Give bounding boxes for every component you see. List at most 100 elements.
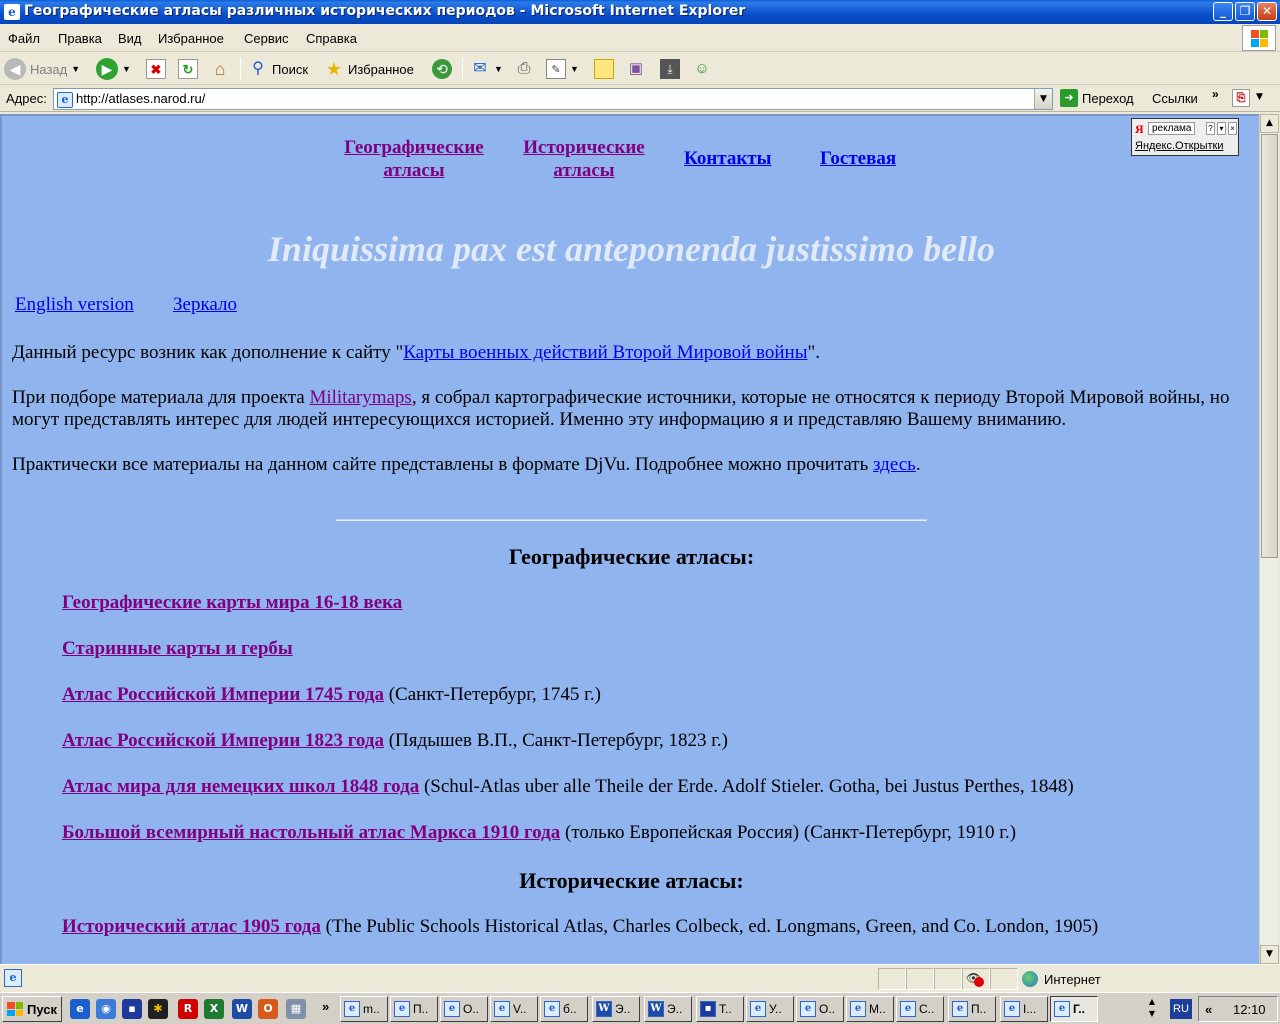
atlas-list-item: Географические карты мира 16-18 века <box>62 592 402 614</box>
atlas-link[interactable]: Атлас мира для немецких школ 1848 года <box>62 776 419 797</box>
nav-guestbook[interactable]: Гостевая <box>820 147 896 170</box>
save-quicklaunch-icon[interactable]: ▪ <box>122 999 142 1019</box>
chevron-down-icon[interactable]: ▼ <box>122 64 131 74</box>
mail-button[interactable]: ✉ ▼ <box>470 56 503 82</box>
chevron-down-icon[interactable]: ▼ <box>570 64 579 74</box>
scroll-up-button[interactable]: ▲ <box>1260 114 1279 133</box>
mail-icon: ✉ <box>473 60 487 77</box>
close-icon[interactable]: × <box>1228 122 1237 135</box>
taskbar-button[interactable]: e О.. <box>796 996 844 1022</box>
chevron-down-icon[interactable]: ▼ <box>71 64 80 74</box>
taskbar-button[interactable]: W Э.. <box>592 996 640 1022</box>
home-button[interactable]: ⌂ <box>210 56 230 82</box>
research-button[interactable]: ▣ <box>626 56 646 82</box>
taskbar-button[interactable]: W Э.. <box>644 996 692 1022</box>
menu-tools[interactable]: Сервис <box>244 31 289 46</box>
chevron-down-icon[interactable]: ▼ <box>494 64 503 74</box>
status-pane <box>906 968 934 990</box>
taskbar-button[interactable]: e П.. <box>948 996 996 1022</box>
taskbar-button[interactable]: e У.. <box>746 996 794 1022</box>
address-url[interactable]: http://atlases.narod.ru/ <box>76 91 205 106</box>
mirror-link[interactable]: Зеркало <box>173 294 237 316</box>
taskbar-button[interactable]: e О.. <box>440 996 488 1022</box>
ie-icon: e <box>1054 1001 1070 1017</box>
links-chevron[interactable]: » <box>1212 87 1219 101</box>
window-title: Географические атласы различных историче… <box>24 3 746 19</box>
history-button[interactable]: ⟲ <box>432 56 452 82</box>
menu-help[interactable]: Справка <box>306 31 357 46</box>
print-button[interactable]: ⎙ <box>514 56 534 82</box>
close-button[interactable]: ✕ <box>1257 2 1277 21</box>
minimize-button[interactable]: _ <box>1213 2 1233 21</box>
edit-button[interactable]: ✎ ▼ <box>546 56 579 82</box>
maximize-button[interactable]: ❐ <box>1235 2 1255 21</box>
atlas-link[interactable]: Старинные карты и гербы <box>62 638 293 659</box>
forward-button[interactable]: ▶ ▼ <box>96 56 131 82</box>
address-input[interactable]: e http://atlases.narod.ru/ ▼ <box>53 88 1053 110</box>
militarymaps-link[interactable]: Militarymaps <box>309 387 411 408</box>
taskbar-button[interactable]: ▪ Т.. <box>696 996 744 1022</box>
excel-quicklaunch-icon[interactable]: X <box>204 999 224 1019</box>
start-button[interactable]: Пуск <box>2 996 62 1022</box>
stop-button[interactable]: ✖ <box>146 56 166 82</box>
r-app-quicklaunch-icon[interactable]: R <box>178 999 198 1019</box>
vertical-scrollbar[interactable]: ▲ ▼ <box>1259 114 1279 964</box>
help-icon[interactable]: ? <box>1206 122 1215 135</box>
word-quicklaunch-icon[interactable]: W <box>232 999 252 1019</box>
refresh-button[interactable]: ↻ <box>178 56 198 82</box>
taskbar-button[interactable]: e С.. <box>896 996 944 1022</box>
english-version-link[interactable]: English version <box>15 294 134 316</box>
nav-geographic-atlases[interactable]: Географические атласы <box>336 136 492 182</box>
atlas-link[interactable]: Большой всемирный настольный атлас Маркс… <box>62 822 560 843</box>
language-indicator[interactable]: RU <box>1170 999 1192 1019</box>
go-button[interactable]: ➜ Переход <box>1060 89 1134 107</box>
system-tray: « 12:10 <box>1198 996 1278 1022</box>
calculator-quicklaunch-icon[interactable]: ▦ <box>286 999 306 1019</box>
nav-historical-atlases[interactable]: Исторические атласы <box>516 136 652 182</box>
explorer-quicklaunch-icon[interactable]: ◉ <box>96 999 116 1019</box>
scroll-down-button[interactable]: ▼ <box>1260 945 1279 964</box>
atlas-link[interactable]: Атлас Российской Империи 1745 года <box>62 684 384 705</box>
app-quicklaunch-icon[interactable]: ✱ <box>148 999 168 1019</box>
taskbar-button[interactable]: e V.. <box>490 996 538 1022</box>
menu-edit[interactable]: Правка <box>58 31 102 46</box>
search-button[interactable]: ⚲ Поиск <box>248 56 308 82</box>
atlas-link[interactable]: Географические карты мира 16-18 века <box>62 592 402 613</box>
floppy-icon: ▪ <box>700 1001 716 1017</box>
atlas-link[interactable]: Исторический атлас 1905 года <box>62 916 321 937</box>
ie-app-icon[interactable]: e <box>4 4 20 20</box>
favorites-button[interactable]: ★ Избранное <box>324 56 414 82</box>
ww2-maps-link[interactable]: Карты военных действий Второй Мировой во… <box>403 342 807 363</box>
chevron-down-icon[interactable]: ▼ <box>1256 92 1263 102</box>
clock[interactable]: 12:10 <box>1233 1002 1266 1017</box>
djvu-info-link[interactable]: здесь <box>873 454 916 475</box>
taskbar-button-active[interactable]: e Г.. <box>1050 996 1098 1022</box>
pdf-icon[interactable]: ⎘ <box>1232 89 1250 107</box>
menu-file[interactable]: Файл <box>8 31 40 46</box>
links-button[interactable]: Ссылки <box>1152 91 1198 106</box>
taskbar-button[interactable]: e I... <box>1000 996 1048 1022</box>
taskbar-button[interactable]: e б.. <box>540 996 588 1022</box>
messenger-button[interactable]: ☺ <box>692 56 712 82</box>
star-icon: ★ <box>325 59 343 79</box>
ie-quicklaunch-icon[interactable]: e <box>70 999 90 1019</box>
atlas-link[interactable]: Атлас Российской Империи 1823 года <box>62 730 384 751</box>
notes-button[interactable] <box>594 56 614 82</box>
download-button[interactable]: ⤓ <box>660 56 680 82</box>
taskbar-button[interactable]: e М.. <box>846 996 894 1022</box>
menu-favorites[interactable]: Избранное <box>158 31 224 46</box>
taskbar-button[interactable]: e m.. <box>340 996 388 1022</box>
outlook-quicklaunch-icon[interactable]: O <box>258 999 278 1019</box>
taskbar-button[interactable]: e П.. <box>390 996 438 1022</box>
menu-view[interactable]: Вид <box>118 31 142 46</box>
nav-contacts[interactable]: Контакты <box>684 147 771 170</box>
popup-blocked-icon[interactable]: 👁 <box>966 971 984 987</box>
address-dropdown-button[interactable]: ▼ <box>1034 89 1052 109</box>
quicklaunch-chevron[interactable]: » <box>322 999 329 1014</box>
yandex-cards-link[interactable]: Яндекс.Открытки <box>1135 140 1223 152</box>
chevron-down-icon[interactable]: ▾ <box>1217 122 1226 135</box>
tray-expand-chevron[interactable]: « <box>1205 1002 1212 1017</box>
back-button[interactable]: ◀ Назад ▼ <box>4 56 80 82</box>
taskbar-scroll[interactable]: ▲ ▼ <box>1143 996 1161 1022</box>
scroll-thumb[interactable] <box>1261 134 1278 558</box>
